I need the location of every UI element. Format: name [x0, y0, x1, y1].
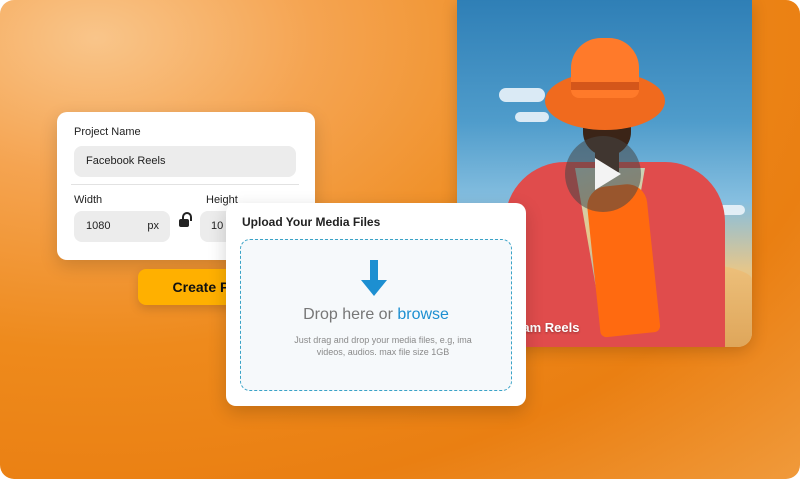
browse-link[interactable]: browse — [397, 306, 449, 323]
width-value: 1080 — [86, 220, 111, 232]
drop-text: Drop here or browse — [241, 306, 511, 324]
cloud — [515, 112, 549, 122]
play-icon[interactable] — [565, 136, 641, 212]
canvas-background: Instagram Reels Project Name Facebook Re… — [0, 0, 800, 479]
dropzone[interactable]: Drop here or browse Just drag and drop y… — [240, 239, 512, 391]
download-arrow-icon — [361, 260, 387, 296]
hat-band — [571, 82, 639, 90]
height-value: 10 — [211, 220, 224, 232]
upload-hint-line: Just drag and drop your media files, e.g… — [294, 335, 472, 345]
project-name-label: Project Name — [74, 126, 141, 138]
width-label: Width — [74, 194, 103, 206]
upload-hint-line: videos, audios. max file size 1GB — [316, 347, 450, 357]
divider — [71, 184, 299, 185]
upload-hint: Just drag and drop your media files, e.g… — [265, 334, 501, 358]
unlock-icon[interactable] — [179, 212, 192, 227]
project-name-input[interactable]: Facebook Reels — [74, 146, 296, 177]
cloud — [499, 88, 545, 102]
upload-media-card: Upload Your Media Files Drop here or bro… — [226, 203, 526, 406]
width-input[interactable]: 1080 px — [74, 211, 170, 242]
upload-title: Upload Your Media Files — [242, 215, 381, 229]
project-name-value: Facebook Reels — [86, 155, 166, 167]
width-unit: px — [147, 220, 159, 232]
drop-label: Drop here or — [303, 306, 398, 323]
